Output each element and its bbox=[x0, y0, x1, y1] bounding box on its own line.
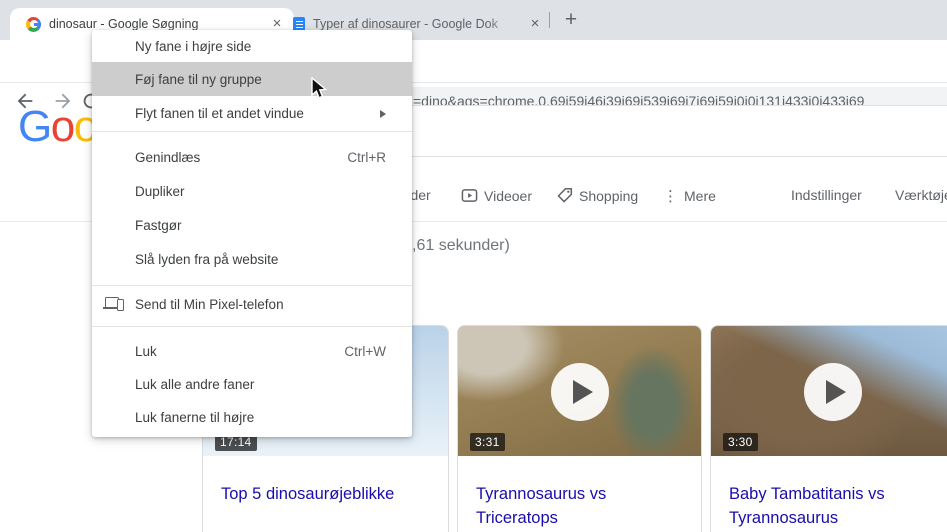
menu-item-label: Luk alle andre faner bbox=[135, 377, 255, 392]
logo-letter: o bbox=[50, 102, 75, 151]
menu-shortcut: Ctrl+R bbox=[347, 149, 386, 165]
nav-label: Værktøjer bbox=[895, 187, 947, 203]
menu-item-genindlaes[interactable]: Genindlæs Ctrl+R bbox=[92, 140, 412, 174]
video-duration-badge: 3:30 bbox=[723, 433, 758, 451]
new-tab-button[interactable]: + bbox=[557, 6, 585, 34]
nav-indstillinger[interactable]: Indstillinger bbox=[791, 187, 862, 203]
nav-mere[interactable]: ⋮ Mere bbox=[663, 187, 716, 205]
menu-item-slaa-lyden-fra[interactable]: Slå lyden fra på website bbox=[92, 242, 412, 276]
video-title-link[interactable]: Top 5 dinosaurøjeblikke bbox=[203, 456, 448, 507]
submenu-arrow-icon bbox=[380, 109, 386, 118]
menu-shortcut: Ctrl+W bbox=[344, 344, 386, 359]
menu-separator bbox=[92, 326, 412, 327]
tab-title: Typer af dinosaurer - Google Dok bbox=[313, 17, 498, 31]
google-favicon-icon bbox=[26, 16, 41, 32]
menu-item-dupliker[interactable]: Dupliker bbox=[92, 174, 412, 208]
tab-close-icon[interactable]: × bbox=[526, 15, 544, 33]
menu-item-luk-alle-andre[interactable]: Luk alle andre faner bbox=[92, 368, 412, 401]
browser-window: dinosaur - Google Søgning × Typer af din… bbox=[0, 0, 947, 532]
menu-item-fastgoer[interactable]: Fastgør bbox=[92, 208, 412, 242]
menu-item-label: Dupliker bbox=[135, 183, 185, 199]
nav-label: Shopping bbox=[579, 187, 639, 204]
nav-vaerktoejer[interactable]: Værktøjer bbox=[895, 187, 947, 203]
send-to-device-icon bbox=[103, 296, 124, 311]
menu-item-label: Fastgør bbox=[135, 217, 182, 233]
menu-item-send-til-pixel[interactable]: Send til Min Pixel-telefon bbox=[92, 286, 412, 322]
result-stats: ,61 sekunder) bbox=[412, 237, 510, 254]
shopping-tag-icon bbox=[557, 187, 573, 203]
menu-item-foej-fane-til-ny-gruppe[interactable]: Føj fane til ny gruppe bbox=[92, 62, 412, 96]
video-thumbnail[interactable]: 3:30 bbox=[711, 326, 947, 456]
tab-context-menu: Ny fane i højre side Føj fane til ny gru… bbox=[92, 30, 412, 437]
play-button-icon[interactable] bbox=[803, 363, 862, 421]
more-dots-icon: ⋮ bbox=[663, 188, 678, 205]
menu-item-label: Luk fanerne til højre bbox=[135, 410, 255, 425]
menu-item-label: Ny fane i højre side bbox=[135, 38, 252, 54]
menu-item-label: Slå lyden fra på website bbox=[135, 251, 279, 267]
video-thumbnail[interactable]: 3:31 bbox=[458, 326, 701, 456]
menu-item-luk-fanerne-til-hoejre[interactable]: Luk fanerne til højre bbox=[92, 401, 412, 434]
menu-item-label: Luk bbox=[135, 344, 157, 359]
menu-item-flyt-fanen[interactable]: Flyt fanen til et andet vindue bbox=[92, 96, 412, 131]
video-title-link[interactable]: Baby Tambatitanis vs Tyrannosaurus bbox=[711, 456, 947, 531]
video-title-link[interactable]: Tyrannosaurus vs Triceratops bbox=[458, 456, 701, 531]
menu-item-label: Send til Min Pixel-telefon bbox=[135, 296, 284, 312]
logo-letter: G bbox=[18, 102, 52, 151]
nav-label: Indstillinger bbox=[791, 187, 862, 203]
video-duration-badge: 3:31 bbox=[470, 433, 505, 451]
video-card[interactable]: 3:31 Tyrannosaurus vs Triceratops bbox=[457, 325, 702, 532]
tab-separator bbox=[549, 12, 550, 28]
nav-label: Videoer bbox=[484, 187, 533, 204]
menu-item-ny-fane[interactable]: Ny fane i højre side bbox=[92, 30, 412, 62]
menu-item-label: Genindlæs bbox=[135, 149, 201, 165]
menu-item-label: Flyt fanen til et andet vindue bbox=[135, 106, 304, 121]
nav-videoer[interactable]: Videoer bbox=[461, 187, 532, 204]
nav-shopping[interactable]: Shopping bbox=[556, 187, 638, 204]
video-card[interactable]: 3:30 Baby Tambatitanis vs Tyrannosaurus bbox=[710, 325, 947, 532]
menu-item-label: Føj fane til ny gruppe bbox=[135, 71, 262, 87]
tab-title: dinosaur - Google Søgning bbox=[49, 17, 199, 31]
play-button-icon[interactable] bbox=[550, 363, 609, 421]
nav-label: Mere bbox=[684, 188, 716, 204]
mouse-cursor-icon bbox=[311, 77, 328, 99]
video-icon bbox=[461, 189, 478, 202]
menu-separator bbox=[92, 131, 412, 132]
menu-item-luk[interactable]: Luk Ctrl+W bbox=[92, 335, 412, 368]
